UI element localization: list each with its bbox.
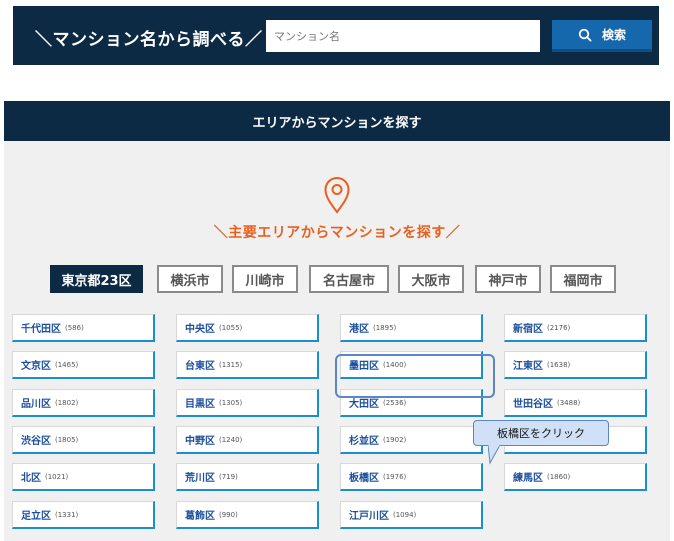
ward-link-shinagawa[interactable]: 品川区 (1802) <box>12 389 155 417</box>
click-instruction-tooltip: 板橋区をクリック <box>473 420 609 446</box>
ward-link-taito[interactable]: 台東区 (1315) <box>176 351 319 379</box>
ward-link-katsushika[interactable]: 葛飾区 (990) <box>176 501 319 529</box>
ward-count: (1805) <box>55 435 79 444</box>
ward-count: (1094) <box>393 510 417 519</box>
ward-name: 葛飾区 <box>185 511 215 522</box>
ward-link-arakawa[interactable]: 荒川区 (719) <box>176 463 319 491</box>
ward-name: 杉並区 <box>349 436 379 447</box>
ward-link-shinjuku[interactable]: 新宿区 (2176) <box>504 314 647 342</box>
city-tab-osaka[interactable]: 大阪市 <box>398 265 464 293</box>
ward-name: 世田谷区 <box>513 399 553 410</box>
ward-name: 文京区 <box>21 361 51 372</box>
ward-count: (1331) <box>55 510 79 519</box>
city-tab-fukuoka[interactable]: 福岡市 <box>550 265 616 293</box>
ward-link-itabashi[interactable]: 板橋区 (1976) <box>340 463 483 491</box>
ward-link-koto[interactable]: 江東区 (1638) <box>504 351 647 379</box>
ward-name: 渋谷区 <box>21 436 51 447</box>
ward-link-nakano[interactable]: 中野区 (1240) <box>176 426 319 454</box>
area-search-section: エリアからマンションを探す ＼主要エリアからマンションを探す／ 東京都23区 横… <box>4 101 670 541</box>
ward-link-chuo[interactable]: 中央区 (1055) <box>176 314 319 342</box>
ward-count: (586) <box>65 323 84 332</box>
ward-link-minato[interactable]: 港区 (1895) <box>340 314 483 342</box>
ward-count: (1895) <box>373 323 397 332</box>
ward-link-setagaya[interactable]: 世田谷区 (3488) <box>504 389 647 417</box>
ward-name: 荒川区 <box>185 473 215 484</box>
ward-count: (1638) <box>547 360 571 369</box>
ward-link-suginami[interactable]: 杉並区 (1902) <box>340 426 483 454</box>
ward-name: 中央区 <box>185 324 215 335</box>
ward-count: (1465) <box>55 360 79 369</box>
ward-link-shibuya[interactable]: 渋谷区 (1805) <box>12 426 155 454</box>
ward-name: 江東区 <box>513 361 543 372</box>
ward-count: (1055) <box>219 323 243 332</box>
ward-name: 千代田区 <box>21 324 61 335</box>
ward-count: (719) <box>219 472 238 481</box>
ward-link-nerima[interactable]: 練馬区 (1860) <box>504 463 647 491</box>
ward-link-meguro[interactable]: 目黒区 (1305) <box>176 389 319 417</box>
ward-count: (990) <box>219 510 238 519</box>
ward-link-edogawa[interactable]: 江戸川区 (1094) <box>340 501 483 529</box>
ward-name: 北区 <box>21 473 41 484</box>
tooltip-pointer <box>487 444 502 469</box>
area-section-header: エリアからマンションを探す <box>4 101 670 141</box>
city-tab-kobe[interactable]: 神戸市 <box>475 265 541 293</box>
major-area-subtitle: ＼主要エリアからマンションを探す／ <box>213 225 461 241</box>
city-tab-yokohama[interactable]: 横浜市 <box>157 265 223 293</box>
ward-name: 中野区 <box>185 436 215 447</box>
ward-name: 足立区 <box>21 511 51 522</box>
ward-count: (1240) <box>219 435 243 444</box>
ward-count: (3488) <box>557 398 581 407</box>
ward-count: (1902) <box>383 435 407 444</box>
ward-count: (1860) <box>547 472 571 481</box>
search-bar-title: ＼マンション名から調べる／ <box>35 30 263 50</box>
mansion-search-bar: ＼マンション名から調べる／ 検索 <box>13 6 659 65</box>
ward-count: (1305) <box>219 398 243 407</box>
ward-name: 台東区 <box>185 361 215 372</box>
city-tab-kawasaki[interactable]: 川崎市 <box>232 265 298 293</box>
ward-link-bunkyo[interactable]: 文京区 (1465) <box>12 351 155 379</box>
ward-count: (2176) <box>547 323 571 332</box>
ward-link-kita[interactable]: 北区 (1021) <box>12 463 155 491</box>
search-icon <box>578 28 592 42</box>
ward-name: 品川区 <box>21 399 51 410</box>
ward-name: 新宿区 <box>513 324 543 335</box>
ward-count: (1021) <box>45 472 69 481</box>
ward-count: (1802) <box>55 398 79 407</box>
ward-link-chiyoda[interactable]: 千代田区 (586) <box>12 314 155 342</box>
ward-name: 目黒区 <box>185 399 215 410</box>
ward-link-adachi[interactable]: 足立区 (1331) <box>12 501 155 529</box>
ward-count: (2536) <box>383 398 407 407</box>
search-button-label: 検索 <box>601 28 626 42</box>
ward-name: 江戸川区 <box>349 511 389 522</box>
search-button[interactable]: 検索 <box>552 20 652 52</box>
ward-count: (1976) <box>383 472 407 481</box>
ward-name: 港区 <box>349 324 369 335</box>
ward-count: (1315) <box>219 360 243 369</box>
itabashi-highlight-box <box>335 354 495 398</box>
city-tab-nagoya[interactable]: 名古屋市 <box>309 265 389 293</box>
ward-name: 練馬区 <box>513 473 543 484</box>
map-pin-icon <box>322 175 352 219</box>
city-tab-tokyo23[interactable]: 東京都23区 <box>50 265 143 293</box>
ward-name: 板橋区 <box>349 473 379 484</box>
mansion-name-search-input[interactable] <box>266 20 540 52</box>
